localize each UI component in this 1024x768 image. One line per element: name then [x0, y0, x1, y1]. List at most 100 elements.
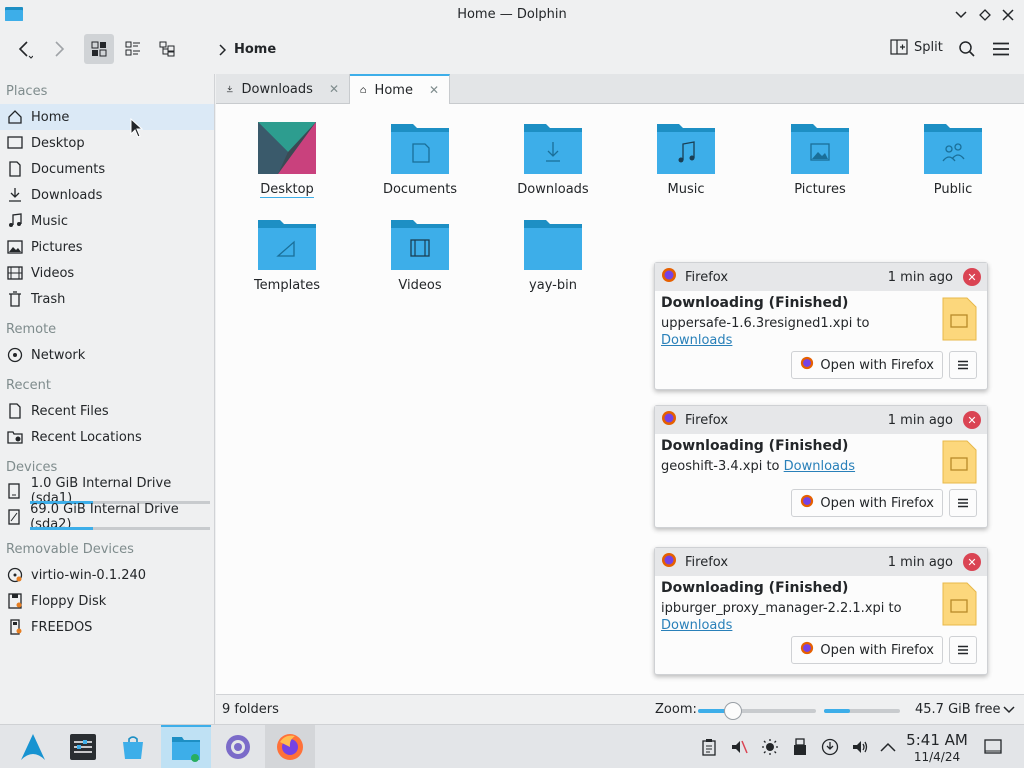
section-remote: Remote	[6, 322, 57, 337]
folder-videos[interactable]: Videos	[365, 218, 475, 293]
sidebar-item-pictures[interactable]: Pictures	[0, 234, 214, 260]
notification-menu-button[interactable]	[949, 636, 977, 664]
notification-menu-button[interactable]	[949, 489, 977, 517]
folder-yay-bin[interactable]: yay-bin	[498, 218, 608, 293]
recent-folder-icon	[6, 429, 23, 446]
taskbar-system-settings[interactable]	[58, 725, 108, 768]
sidebar-item-desktop[interactable]: Desktop	[0, 130, 214, 156]
folder-public[interactable]: Public	[898, 122, 1008, 197]
brightness-icon[interactable]	[761, 738, 779, 756]
taskbar-dolphin[interactable]	[161, 725, 211, 768]
close-notification-button[interactable]: ✕	[963, 268, 981, 286]
folder-label: Templates	[253, 278, 321, 293]
notification-1: Firefox 1 min ago ✕ Downloading (Finishe…	[654, 262, 988, 390]
audio-muted-icon[interactable]	[730, 738, 748, 756]
folder-label: Documents	[382, 182, 458, 197]
icons-view-button[interactable]	[84, 34, 114, 64]
volume-icon[interactable]	[851, 738, 869, 756]
hamburger-menu-icon	[958, 498, 968, 508]
sidebar-item-virtio[interactable]: virtio-win-0.1.240	[0, 562, 214, 588]
sidebar-item-trash[interactable]: Trash	[0, 286, 214, 312]
details-view-button[interactable]	[152, 34, 182, 64]
close-tab-icon[interactable]: ✕	[329, 82, 339, 96]
folder-documents[interactable]: Documents	[365, 122, 475, 197]
close-notification-button[interactable]: ✕	[963, 411, 981, 429]
chevron-up-icon[interactable]	[879, 738, 897, 756]
split-button[interactable]: Split	[890, 38, 943, 56]
sidebar-item-home[interactable]: Home	[0, 104, 214, 130]
close-tab-icon[interactable]: ✕	[429, 83, 439, 97]
split-view-icon	[890, 39, 908, 55]
application-launcher[interactable]	[8, 725, 58, 768]
window-title: Home — Dolphin	[457, 7, 567, 22]
archive-file-icon	[942, 440, 977, 484]
drive-icon	[6, 483, 23, 500]
chevron-down-icon[interactable]	[1003, 706, 1015, 714]
folder-pictures[interactable]: Pictures	[765, 122, 875, 197]
places-panel: Places Home Desktop Documents Downloads …	[0, 74, 215, 724]
folder-desktop[interactable]: Desktop	[232, 122, 342, 198]
breadcrumb[interactable]: Home	[218, 42, 276, 57]
documents-folder-icon	[391, 124, 449, 174]
open-with-firefox-button[interactable]: Open with Firefox	[791, 351, 943, 379]
music-folder-icon	[657, 124, 715, 174]
clock-time: 5:41 AM	[906, 731, 968, 749]
close-window-button[interactable]	[999, 6, 1017, 24]
hamburger-menu-button[interactable]	[986, 34, 1016, 64]
breadcrumb-home[interactable]: Home	[234, 42, 276, 57]
folder-label: Pictures	[794, 182, 846, 197]
sidebar-item-network[interactable]: Network	[0, 342, 214, 368]
sidebar-item-recent-locations[interactable]: Recent Locations	[0, 424, 214, 450]
folder-downloads[interactable]: Downloads	[498, 122, 608, 197]
zoom-label: Zoom:	[655, 702, 697, 717]
clipboard-icon[interactable]	[700, 738, 718, 756]
usb-device-icon[interactable]	[791, 738, 809, 756]
minimize-button[interactable]	[952, 6, 970, 24]
clock[interactable]: 5:41 AM 11/4/24	[900, 731, 974, 764]
tab-downloads[interactable]: Downloads ✕	[216, 74, 350, 104]
sidebar-item-freedos[interactable]: FREEDOS	[0, 614, 214, 640]
sidebar-item-videos[interactable]: Videos	[0, 260, 214, 286]
close-notification-button[interactable]: ✕	[963, 553, 981, 571]
folder-label: Downloads	[517, 182, 589, 197]
downloads-link[interactable]: Downloads	[661, 618, 732, 633]
public-folder-icon	[924, 124, 982, 174]
open-with-firefox-button[interactable]: Open with Firefox	[791, 489, 943, 517]
notification-file: geoshift-3.4.xpi to Downloads	[661, 458, 981, 475]
open-with-firefox-button[interactable]: Open with Firefox	[791, 636, 943, 664]
notification-app-name: Firefox	[685, 554, 729, 570]
tab-home[interactable]: Home ✕	[350, 74, 450, 104]
taskbar-firefox[interactable]	[265, 725, 315, 768]
sidebar-item-label: Trash	[31, 291, 66, 307]
sidebar-item-floppy[interactable]: Floppy Disk	[0, 588, 214, 614]
sidebar-item-music[interactable]: Music	[0, 208, 214, 234]
notification-title: Downloading (Finished)	[661, 295, 849, 311]
show-desktop-icon[interactable]	[984, 738, 1002, 756]
sidebar-item-recent-files[interactable]: Recent Files	[0, 398, 214, 424]
compact-view-icon	[125, 41, 140, 56]
downloads-link[interactable]: Downloads	[784, 459, 855, 474]
taskbar-discover[interactable]	[108, 725, 158, 768]
taskbar-spectacle[interactable]	[213, 725, 263, 768]
sidebar-item-documents[interactable]: Documents	[0, 156, 214, 182]
sidebar-item-downloads[interactable]: Downloads	[0, 182, 214, 208]
forward-button[interactable]	[44, 34, 74, 64]
section-removable: Removable Devices	[6, 542, 134, 557]
folder-music[interactable]: Music	[631, 122, 741, 197]
zoom-slider-handle[interactable]	[724, 702, 742, 720]
home-icon	[6, 109, 23, 126]
folder-templates[interactable]: Templates	[232, 218, 342, 293]
compact-view-button[interactable]	[118, 34, 148, 64]
section-recent: Recent	[6, 378, 51, 393]
folder-icon	[524, 220, 582, 270]
maximize-button[interactable]	[976, 6, 994, 24]
free-space-label: 45.7 GiB free	[915, 702, 1001, 717]
downloads-link[interactable]: Downloads	[661, 333, 732, 348]
notification-menu-button[interactable]	[949, 351, 977, 379]
notification-title: Downloading (Finished)	[661, 438, 849, 454]
firefox-icon	[800, 641, 814, 659]
search-button[interactable]	[952, 34, 982, 64]
title-bar: Home — Dolphin	[0, 0, 1024, 30]
update-icon[interactable]	[821, 738, 839, 756]
back-button[interactable]	[10, 34, 40, 64]
